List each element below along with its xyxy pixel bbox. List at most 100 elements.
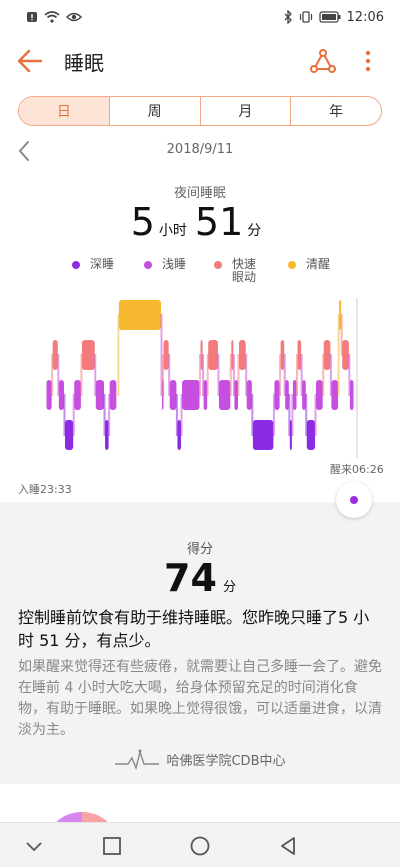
home-icon[interactable] (188, 834, 212, 858)
stage-transition (305, 394, 308, 436)
stage-transition (180, 394, 183, 436)
legend-dot (144, 261, 152, 269)
chevron-down-icon[interactable] (22, 834, 46, 858)
stage-bar-light (182, 380, 200, 410)
duration-minutes: 51 (194, 200, 244, 244)
stage-transition (202, 354, 205, 396)
stage-bar-light (274, 380, 280, 410)
legend-label: 清醒 (306, 257, 331, 271)
stage-transition (329, 354, 332, 396)
stage-bar-light (292, 380, 297, 410)
legend-item-awake: 清醒 (288, 258, 330, 271)
legend-dot (72, 261, 80, 269)
vibrate-icon (299, 11, 312, 23)
stage-transition (51, 354, 54, 396)
chart-scrubber-handle[interactable] (336, 482, 372, 518)
stage-bar-light (246, 380, 252, 410)
stage-transition (63, 394, 66, 436)
stage-bar-rem (280, 340, 285, 370)
stage-bar-light (316, 380, 323, 410)
legend-item-light: 浅睡 (144, 258, 186, 271)
legend-label: 浅睡 (162, 257, 187, 271)
stage-transition (199, 354, 201, 396)
status-right-icons: 12:06 (283, 10, 384, 25)
sleep-score-card: 得分 74 分 控制睡前饮食有助于维持睡眠。您昨晚只睡了5 小时 51 分，有点少… (0, 502, 400, 784)
stage-transition (296, 354, 299, 396)
stage-transition (245, 354, 248, 396)
stage-bar-light (203, 380, 208, 410)
stage-transition (94, 354, 97, 396)
stage-transition (117, 314, 120, 396)
recent-apps-icon[interactable] (100, 834, 124, 858)
wifi-icon (44, 11, 60, 23)
battery-icon (318, 11, 341, 23)
hours-unit: 小时 (158, 223, 187, 239)
back-arrow-icon[interactable] (16, 48, 44, 74)
stage-transition (162, 354, 165, 396)
score-unit: 分 (222, 580, 236, 595)
stage-bar-light (285, 380, 289, 410)
stage-transition (80, 354, 83, 396)
stage-transition (288, 394, 291, 436)
stage-bar-deep (177, 420, 182, 450)
stage-transition (232, 354, 235, 396)
stage-transition (340, 314, 343, 356)
date-navigator: 2018/9/11 (0, 138, 400, 164)
minutes-unit: 分 (247, 223, 262, 239)
stage-transition (300, 354, 303, 396)
stage-bar-light (331, 380, 339, 410)
eye-icon (66, 12, 82, 22)
back-icon[interactable] (276, 834, 300, 858)
stage-bar-light (74, 380, 81, 410)
score-label: 得分 (186, 542, 213, 557)
stage-transition (72, 394, 75, 436)
legend-dot (214, 261, 222, 269)
duration-hours: 5 (130, 200, 155, 244)
share-icon[interactable] (310, 48, 336, 74)
score-summary: 控制睡前饮食有助于维持睡眠。您昨晚只睡了5 小时 51 分，有点少。 (18, 608, 370, 650)
stage-transition (168, 354, 171, 396)
bluetooth-icon (284, 10, 292, 24)
stage-bar-rem (52, 340, 58, 370)
stage-bar-light (302, 380, 306, 410)
tab-day[interactable]: 日 (19, 97, 110, 125)
wake-time-label: 醒来06:26 (330, 463, 384, 476)
heartbeat-logo-icon (115, 749, 160, 770)
stage-bar-light (46, 380, 52, 410)
stage-bar-light (218, 380, 231, 410)
period-tabs: 日 周 月 年 (18, 96, 382, 126)
stage-transition (108, 394, 111, 436)
stage-transition (103, 394, 106, 436)
tab-month[interactable]: 月 (201, 97, 292, 125)
legend-item-deep: 深睡 (72, 258, 114, 271)
status-left-icons (26, 11, 82, 23)
score-value: 74 (164, 556, 217, 600)
status-bar: 12:06 (0, 0, 400, 34)
stage-transition (283, 354, 286, 396)
scrubber-dot (350, 496, 358, 504)
stage-transition (251, 394, 254, 436)
stage-transition (337, 314, 340, 396)
score-advice: 如果醒来觉得还有些疲倦，就需要让自己多睡一会了。避免在睡前 4 小时大吃大喝，给… (18, 659, 382, 738)
tab-week[interactable]: 周 (110, 97, 201, 125)
more-options-icon[interactable] (358, 48, 378, 74)
stage-transition (272, 394, 275, 436)
stage-transition (237, 354, 240, 396)
tab-year[interactable]: 年 (291, 97, 381, 125)
stage-bar-deep (306, 420, 315, 450)
stage-transition (57, 354, 60, 396)
stage-bar-rem (297, 340, 302, 370)
sleep-stage-legend: 深睡 浅睡 快速 眼动 清醒 (60, 258, 360, 288)
stage-transition (291, 394, 294, 436)
stage-bar-light (95, 380, 105, 410)
stage-bar-rem (163, 340, 169, 370)
stage-transition (206, 354, 209, 396)
sleep-time-label: 入睡23:33 (18, 483, 72, 496)
stage-transition (322, 354, 325, 396)
stage-bar-rem (208, 340, 218, 370)
stage-bar-rem (239, 340, 246, 370)
score-value-row: 74 分 (0, 556, 400, 600)
stage-transition (348, 354, 351, 396)
sleep-stage-chart (46, 298, 358, 458)
source-attribution: 哈佛医学院CDB中心 (0, 748, 400, 770)
